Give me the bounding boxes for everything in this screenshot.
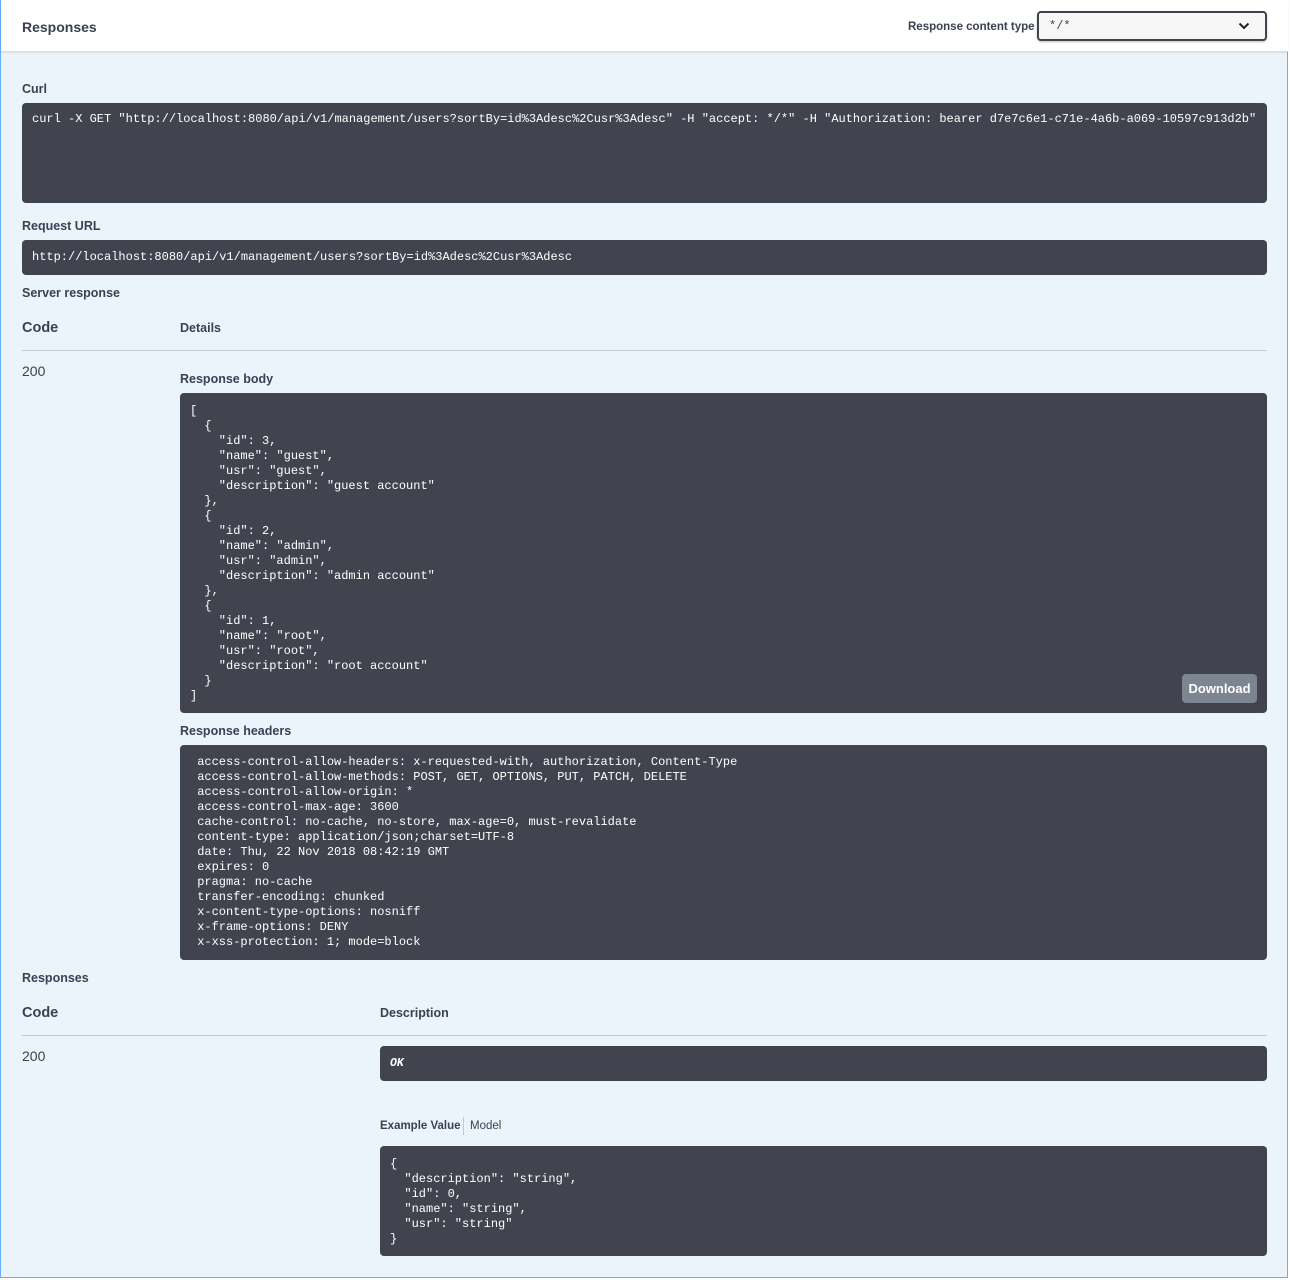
server-response-code-header: Code [22, 320, 59, 336]
response-body-label: Response body [180, 372, 274, 386]
server-response-label: Server response [22, 286, 120, 300]
responses-panel: Responses Response content type */* Curl… [0, 0, 1288, 1278]
request-url-label: Request URL [22, 219, 101, 233]
curl-command[interactable]: curl -X GET "http://localhost:8080/api/v… [22, 103, 1267, 203]
chevron-down-icon [1238, 22, 1250, 30]
responses-code-header: Code [22, 1005, 59, 1021]
response-content-type-select[interactable]: */* [1037, 11, 1267, 41]
server-response-divider [22, 350, 1267, 351]
responses-label: Responses [22, 971, 89, 985]
tab-separator [463, 1117, 464, 1135]
response-headers-text: access-control-allow-headers: x-requeste… [197, 755, 738, 949]
response-headers-label: Response headers [180, 724, 292, 738]
tab-model[interactable]: Model [470, 1120, 501, 1132]
responses-status-code: 200 [22, 1048, 46, 1064]
response-headers[interactable]: access-control-allow-headers: x-requeste… [180, 745, 1267, 960]
tab-example-value[interactable]: Example Value [380, 1120, 461, 1132]
response-body[interactable]: [ { "id": 3, "name": "guest", "usr": "gu… [180, 393, 1267, 713]
example-value[interactable]: { "description": "string", "id": 0, "nam… [380, 1146, 1267, 1256]
responses-divider [22, 1035, 1267, 1036]
server-response-status-code: 200 [22, 363, 46, 379]
response-body-text: [ { "id": 3, "name": "guest", "usr": "gu… [190, 404, 435, 703]
download-button[interactable]: Download [1182, 674, 1257, 703]
example-value-text: { "description": "string", "id": 0, "nam… [390, 1157, 578, 1246]
curl-command-text: curl -X GET "http://localhost:8080/api/v… [32, 112, 1257, 126]
response-description-text: OK [390, 1057, 404, 1070]
response-description: OK [380, 1046, 1267, 1081]
responses-header-bar: Responses Response content type */* [1, 0, 1288, 52]
response-content-type-label: Response content type [908, 21, 1035, 33]
server-response-details-header: Details [180, 321, 221, 335]
request-url-value[interactable]: http://localhost:8080/api/v1/management/… [22, 240, 1267, 275]
responses-title: Responses [22, 19, 97, 35]
response-content-type-value: */* [1049, 19, 1071, 33]
curl-label: Curl [22, 82, 47, 96]
responses-description-header: Description [380, 1006, 449, 1020]
request-url-text: http://localhost:8080/api/v1/management/… [32, 250, 573, 264]
